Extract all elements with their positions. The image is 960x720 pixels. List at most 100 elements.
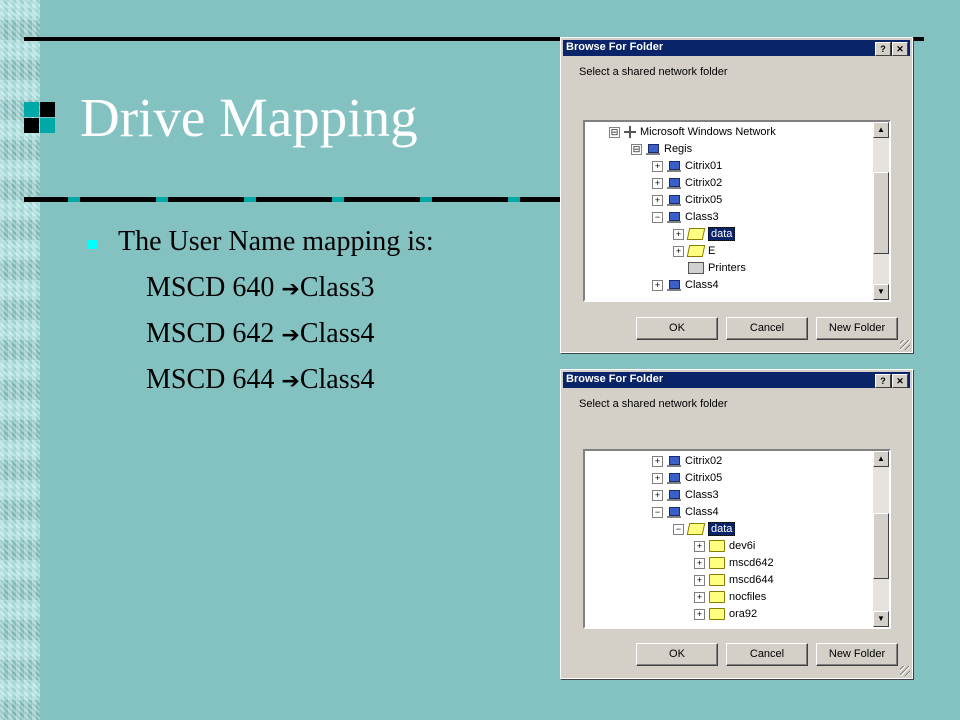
expand-icon[interactable]: + (694, 540, 705, 552)
arrow-icon: ➔ (281, 277, 300, 302)
expand-icon[interactable]: + (652, 177, 663, 189)
folder-icon (709, 608, 725, 620)
tree-node[interactable]: + Citrix05 (652, 192, 722, 208)
collapse-icon[interactable]: ⊟ (609, 126, 620, 138)
tree-node-label-selected: data (708, 227, 736, 241)
browse-folder-dialog-2: Browse For Folder ? ✕ Select a shared ne… (560, 369, 913, 679)
expand-icon[interactable]: + (652, 279, 663, 291)
collapse-icon[interactable]: − (673, 523, 684, 535)
computer-icon (667, 177, 681, 189)
expand-icon[interactable]: + (694, 591, 705, 603)
folder-tree[interactable]: + Citrix02 + Citrix05 + Class3 − Class4 − dat… (583, 449, 891, 629)
mapping-target: Class3 (299, 272, 375, 303)
network-group-icon (646, 143, 660, 155)
resize-grip-icon[interactable] (900, 340, 910, 350)
computer-icon (667, 194, 681, 206)
tree-node[interactable]: ⊟ Regis (631, 141, 692, 157)
tree-node[interactable]: Printers (673, 260, 746, 276)
tree-node-label: mscd642 (729, 557, 774, 569)
computer-icon (667, 455, 681, 467)
tree-node[interactable]: + Class3 (652, 487, 719, 503)
expand-icon[interactable]: + (673, 245, 684, 257)
mapping-target: Class4 (299, 318, 375, 349)
shared-folder-icon (686, 245, 706, 257)
network-icon (624, 126, 636, 138)
folder-icon (709, 591, 725, 603)
tree-node[interactable]: + Citrix02 (652, 175, 722, 191)
tree-node[interactable]: + mscd642 (694, 555, 774, 571)
tree-node-label: Regis (664, 143, 693, 155)
tree-node[interactable]: + nocfiles (694, 589, 766, 605)
computer-icon (667, 472, 681, 484)
help-button[interactable]: ? (875, 374, 891, 388)
mapping-line: MSCD 640 ➔Class3 (146, 272, 375, 304)
tree-node[interactable]: − data (673, 521, 736, 537)
mapping-target: Class4 (299, 364, 375, 395)
scroll-up-icon[interactable]: ▲ (873, 122, 889, 138)
arrow-icon: ➔ (281, 369, 300, 394)
shared-folder-icon (686, 228, 706, 240)
new-folder-button[interactable]: New Folder (816, 643, 898, 666)
tree-node-label-selected: data (708, 522, 736, 536)
scroll-up-icon[interactable]: ▲ (873, 451, 889, 467)
expand-icon[interactable]: + (652, 489, 663, 501)
tree-node[interactable]: + Citrix01 (652, 158, 722, 174)
dialog-prompt: Select a shared network folder (579, 66, 728, 78)
close-button[interactable]: ✕ (892, 42, 908, 56)
tree-node[interactable]: + ora92 (694, 606, 757, 622)
dialog-titlebar: Browse For Folder ? ✕ (563, 372, 910, 388)
close-button[interactable]: ✕ (892, 374, 908, 388)
dialog-titlebar: Browse For Folder ? ✕ (563, 40, 910, 56)
tree-node[interactable]: + Class4 (652, 277, 719, 293)
folder-icon (709, 574, 725, 586)
tree-node[interactable]: + dev6i (694, 538, 755, 554)
tree-node-label: dev6i (729, 540, 756, 552)
bullet-text: The User Name mapping is: (118, 226, 434, 257)
vertical-scrollbar[interactable]: ▲ ▼ (873, 451, 889, 627)
dialog-title: Browse For Folder (566, 41, 664, 53)
expand-icon[interactable]: + (694, 608, 705, 620)
cancel-button[interactable]: Cancel (726, 643, 808, 666)
expand-icon[interactable]: + (694, 574, 705, 586)
ok-button[interactable]: OK (636, 317, 718, 340)
tree-node-label: Citrix05 (685, 472, 723, 484)
tree-node[interactable]: + E (673, 243, 715, 259)
collapse-icon[interactable]: − (652, 506, 663, 518)
expand-icon[interactable]: + (652, 455, 663, 467)
tree-node-label: Citrix01 (685, 160, 723, 172)
cancel-button[interactable]: Cancel (726, 317, 808, 340)
vertical-scrollbar[interactable]: ▲ ▼ (873, 122, 889, 300)
folder-tree[interactable]: ⊟ Microsoft Windows Network ⊟ Regis + Citri… (583, 120, 891, 302)
dashed-rule (24, 197, 564, 202)
tree-node-label: mscd644 (729, 574, 774, 586)
tree-node[interactable]: + data (673, 226, 736, 242)
scroll-down-icon[interactable]: ▼ (873, 284, 889, 300)
new-folder-button[interactable]: New Folder (816, 317, 898, 340)
tree-node-label: nocfiles (729, 591, 767, 603)
scroll-thumb[interactable] (873, 172, 889, 254)
expand-icon[interactable]: + (694, 557, 705, 569)
expand-icon[interactable]: + (652, 194, 663, 206)
tree-node-label: ora92 (729, 608, 758, 620)
tree-node[interactable]: ⊟ Microsoft Windows Network (609, 124, 776, 140)
tree-node-label: Printers (708, 262, 746, 274)
scroll-thumb[interactable] (873, 513, 889, 579)
collapse-icon[interactable]: − (652, 211, 663, 223)
ok-button[interactable]: OK (636, 643, 718, 666)
tree-node[interactable]: + mscd644 (694, 572, 774, 588)
expand-icon[interactable]: + (673, 228, 684, 240)
expand-icon[interactable]: + (652, 472, 663, 484)
tree-node[interactable]: + Citrix02 (652, 453, 722, 469)
scroll-down-icon[interactable]: ▼ (873, 611, 889, 627)
help-button[interactable]: ? (875, 42, 891, 56)
expand-icon[interactable]: + (652, 160, 663, 172)
tree-node[interactable]: − Class4 (652, 504, 719, 520)
collapse-icon[interactable]: ⊟ (631, 143, 642, 155)
shared-folder-icon (686, 523, 706, 535)
computer-icon (667, 279, 681, 291)
tree-node[interactable]: − Class3 (652, 209, 719, 225)
tree-node[interactable]: + Citrix05 (652, 470, 722, 486)
title-decoration-icon (24, 102, 56, 134)
resize-grip-icon[interactable] (900, 666, 910, 676)
computer-icon (667, 506, 681, 518)
